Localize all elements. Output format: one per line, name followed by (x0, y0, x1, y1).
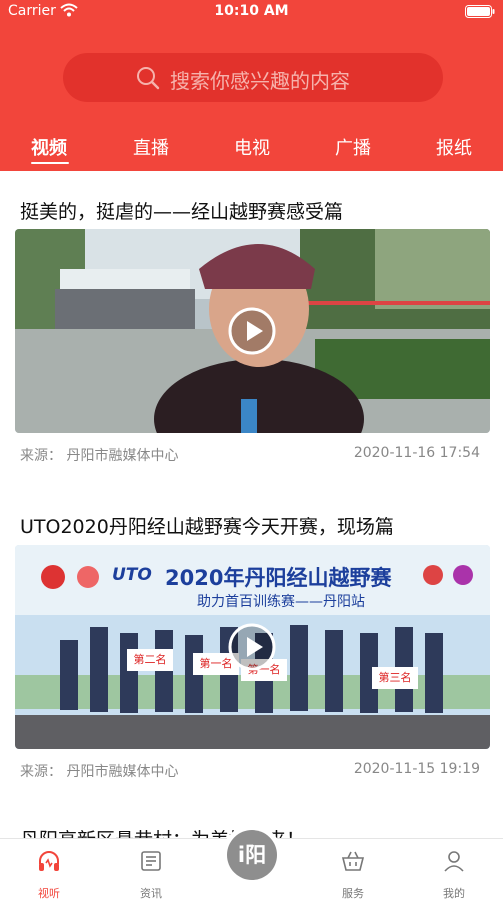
video-title[interactable]: UTO2020丹阳经山越野赛今天开赛，现场篇 (20, 512, 394, 539)
channel-tabs: 视频 直播 电视 广播 报纸 (0, 130, 503, 171)
banner-brand: UTO (112, 565, 152, 585)
center-logo-button[interactable]: i阳 (222, 825, 282, 885)
play-icon[interactable] (228, 623, 276, 671)
video-source: 来源： 丹阳市融媒体中心 (20, 764, 179, 780)
tabbar-label: 服务 (342, 887, 364, 900)
basket-icon (341, 851, 365, 871)
banner-subtitle: 助力首百训练赛——丹阳站 (197, 594, 365, 610)
video-thumbnail[interactable] (15, 229, 490, 433)
tabbar-item-mine[interactable]: 我的 (424, 839, 484, 902)
placard-label: 第二名 (127, 649, 173, 671)
search-input[interactable]: 搜索你感兴趣的内容 (170, 65, 350, 94)
tabbar-item-service[interactable]: 服务 (323, 839, 383, 902)
center-logo: i阳 (227, 830, 277, 880)
active-tab-indicator (31, 162, 69, 164)
bottom-tab-bar: 视听 资讯 i阳 服务 我的 (0, 825, 503, 902)
tab-tv[interactable]: 电视 (234, 134, 270, 160)
news-icon (141, 851, 161, 871)
video-thumbnail[interactable]: UTO 2020年丹阳经山越野赛 助力首百训练赛——丹阳站 第二名 第一名 第一… (15, 545, 490, 749)
video-source: 来源： 丹阳市融媒体中心 (20, 448, 179, 464)
video-date: 2020-11-16 17:54 (353, 445, 480, 461)
headphones-icon (39, 851, 59, 871)
battery-icon (465, 5, 495, 18)
video-date: 2020-11-15 19:19 (353, 761, 480, 777)
tab-live[interactable]: 直播 (133, 134, 169, 160)
tabbar-label: 我的 (443, 887, 465, 900)
video-feed: 挺美的，挺虐的——经山越野赛感受篇 来源： 丹阳市融媒体中心 2020-11-1… (0, 171, 503, 838)
tab-video[interactable]: 视频 (31, 134, 67, 160)
app-header: Carrier 10:10 AM 搜索你感兴趣的内容 视频 直播 电视 广播 报… (0, 0, 503, 171)
search-bar[interactable]: 搜索你感兴趣的内容 (63, 53, 443, 102)
tabbar-item-listen[interactable]: 视听 (19, 839, 79, 902)
tab-radio[interactable]: 广播 (335, 134, 371, 160)
video-title[interactable]: 挺美的，挺虐的——经山越野赛感受篇 (20, 197, 343, 224)
status-time: 10:10 AM (214, 3, 289, 19)
search-icon (137, 67, 160, 90)
placard-label: 第三名 (372, 667, 418, 689)
play-icon[interactable] (228, 307, 276, 355)
tabbar-item-news[interactable]: 资讯 (121, 839, 181, 902)
tabbar-label: 资讯 (140, 887, 162, 900)
banner-title: 2020年丹阳经山越野赛 (165, 566, 392, 590)
tab-newspaper[interactable]: 报纸 (436, 134, 472, 160)
user-icon (444, 851, 464, 872)
tabbar-label: 视听 (38, 887, 60, 900)
status-bar: Carrier 10:10 AM (0, 0, 503, 22)
